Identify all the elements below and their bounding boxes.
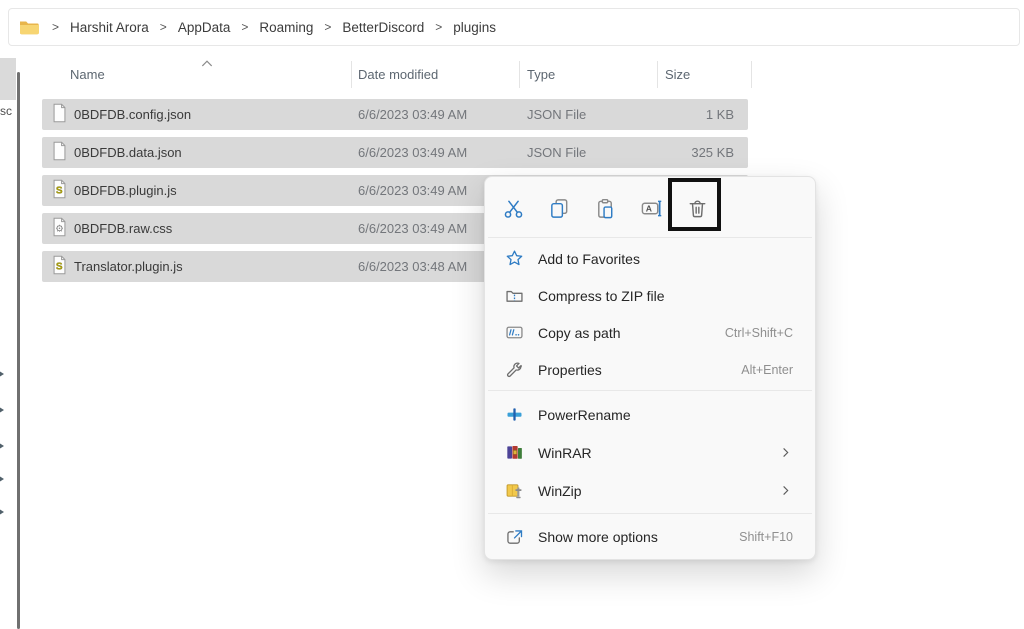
breadcrumb-separator: > bbox=[241, 20, 248, 34]
address-bar[interactable]: > Harshit Arora > AppData > Roaming > Be… bbox=[8, 8, 1020, 46]
breadcrumb-item-user[interactable]: Harshit Arora bbox=[70, 20, 149, 35]
svg-text:A: A bbox=[645, 203, 651, 213]
svg-text:S: S bbox=[56, 186, 63, 197]
file-date: 6/6/2023 03:49 AM bbox=[358, 183, 467, 198]
file-date: 6/6/2023 03:48 AM bbox=[358, 259, 467, 274]
file-row[interactable]: 0BDFDB.config.json 6/6/2023 03:49 AM JSO… bbox=[42, 99, 748, 130]
folder-icon[interactable] bbox=[19, 19, 39, 35]
breadcrumb-item-plugins[interactable]: plugins bbox=[453, 20, 496, 35]
menu-item-add-to-favorites[interactable]: Add to Favorites bbox=[489, 240, 811, 277]
copy-icon bbox=[548, 197, 571, 220]
file-icon bbox=[51, 141, 68, 161]
menu-item-properties[interactable]: Properties Alt+Enter bbox=[489, 351, 811, 388]
file-name: 0BDFDB.plugin.js bbox=[74, 183, 177, 198]
svg-text:S: S bbox=[56, 262, 63, 273]
paste-button[interactable] bbox=[586, 189, 624, 227]
winzip-icon bbox=[503, 480, 525, 502]
file-date: 6/6/2023 03:49 AM bbox=[358, 221, 467, 236]
breadcrumb-item-roaming[interactable]: Roaming bbox=[259, 20, 313, 35]
menu-item-winzip[interactable]: WinZip bbox=[489, 472, 811, 509]
breadcrumb-separator: > bbox=[160, 20, 167, 34]
nav-pane-label-fragment: sc bbox=[0, 104, 12, 118]
column-divider[interactable] bbox=[751, 61, 752, 88]
shortcut-label: Alt+Enter bbox=[741, 363, 793, 377]
file-size: 1 KB bbox=[706, 107, 734, 122]
breadcrumb-separator: > bbox=[435, 20, 442, 34]
chevron-right-icon bbox=[778, 483, 793, 498]
column-divider[interactable] bbox=[657, 61, 658, 88]
tree-collapsed-chevron-icon[interactable] bbox=[0, 474, 6, 484]
chevron-right-icon bbox=[778, 445, 793, 460]
breadcrumb-item-betterdiscord[interactable]: BetterDiscord bbox=[342, 20, 424, 35]
menu-item-compress-to-zip[interactable]: Compress to ZIP file bbox=[489, 277, 811, 314]
context-menu: A Add to Favorites Compress to ZIP file … bbox=[484, 176, 816, 560]
file-name: Translator.plugin.js bbox=[74, 259, 183, 274]
file-row[interactable]: 0BDFDB.data.json 6/6/2023 03:49 AM JSON … bbox=[42, 137, 748, 168]
file-type: JSON File bbox=[527, 145, 586, 160]
rename-button[interactable]: A bbox=[632, 189, 670, 227]
delete-button[interactable] bbox=[678, 189, 716, 227]
tree-collapsed-chevron-icon[interactable] bbox=[0, 369, 6, 379]
cut-button[interactable] bbox=[494, 189, 532, 227]
star-icon bbox=[503, 248, 525, 270]
breadcrumb-item-appdata[interactable]: AppData bbox=[178, 20, 231, 35]
pane-splitter[interactable] bbox=[17, 72, 20, 629]
menu-item-copy-as-path[interactable]: Copy as path Ctrl+Shift+C bbox=[489, 314, 811, 351]
breadcrumb-separator: > bbox=[52, 20, 59, 34]
tree-collapsed-chevron-icon[interactable] bbox=[0, 441, 6, 451]
file-date: 6/6/2023 03:49 AM bbox=[358, 107, 467, 122]
column-divider[interactable] bbox=[351, 61, 352, 88]
menu-separator bbox=[488, 390, 812, 391]
sort-ascending-icon bbox=[200, 58, 214, 68]
column-header-type[interactable]: Type bbox=[527, 67, 555, 82]
tree-collapsed-chevron-icon[interactable] bbox=[0, 405, 6, 415]
rename-icon: A bbox=[640, 197, 663, 220]
menu-separator bbox=[488, 237, 812, 238]
copy-path-icon bbox=[503, 322, 525, 344]
shortcut-label: Ctrl+Shift+C bbox=[725, 326, 793, 340]
file-icon bbox=[51, 103, 68, 123]
tree-collapsed-chevron-icon[interactable] bbox=[0, 507, 6, 517]
delete-icon bbox=[686, 197, 709, 220]
menu-item-winrar[interactable]: WinRAR bbox=[489, 434, 811, 471]
menu-separator bbox=[488, 513, 812, 514]
shortcut-label: Shift+F10 bbox=[739, 530, 793, 544]
wrench-icon bbox=[503, 359, 525, 381]
css-file-icon bbox=[51, 217, 68, 237]
breadcrumb-separator: > bbox=[324, 20, 331, 34]
column-header-name[interactable]: Name bbox=[70, 67, 105, 82]
column-divider[interactable] bbox=[519, 61, 520, 88]
file-name: 0BDFDB.config.json bbox=[74, 107, 191, 122]
file-date: 6/6/2023 03:49 AM bbox=[358, 145, 467, 160]
menu-item-powerrename[interactable]: PowerRename bbox=[489, 396, 811, 433]
file-type: JSON File bbox=[527, 107, 586, 122]
column-header-size[interactable]: Size bbox=[665, 67, 690, 82]
cut-icon bbox=[502, 197, 525, 220]
script-file-icon: S bbox=[51, 255, 68, 275]
external-icon bbox=[503, 526, 525, 548]
copy-button[interactable] bbox=[540, 189, 578, 227]
file-size: 325 KB bbox=[691, 145, 734, 160]
file-name: 0BDFDB.data.json bbox=[74, 145, 182, 160]
menu-item-show-more-options[interactable]: Show more options Shift+F10 bbox=[489, 518, 811, 556]
nav-pane-selected-item-fragment[interactable] bbox=[0, 58, 16, 100]
winrar-icon bbox=[503, 442, 525, 464]
paste-icon bbox=[594, 197, 617, 220]
powerrename-icon bbox=[503, 404, 525, 426]
script-file-icon: S bbox=[51, 179, 68, 199]
zip-folder-icon bbox=[503, 285, 525, 307]
file-name: 0BDFDB.raw.css bbox=[74, 221, 172, 236]
column-header-date-modified[interactable]: Date modified bbox=[358, 67, 438, 82]
